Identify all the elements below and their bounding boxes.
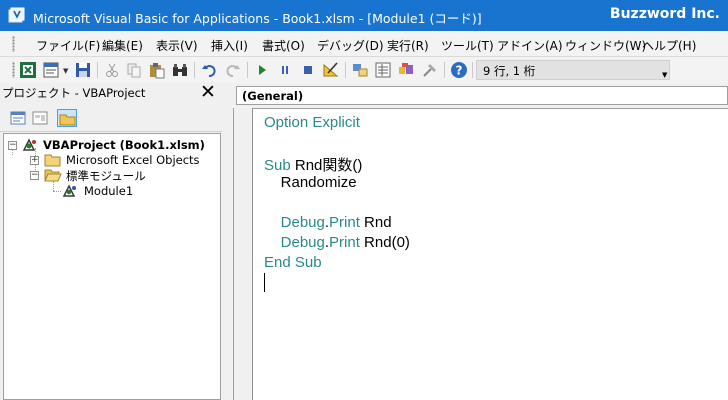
- paste-icon[interactable]: [148, 61, 166, 79]
- tree-node-module1[interactable]: Module1: [62, 184, 212, 199]
- run-icon[interactable]: [253, 61, 271, 79]
- open-folder-icon: [44, 168, 62, 182]
- code-margin-indicator-bar[interactable]: [233, 108, 252, 400]
- code-text: Rnd(0): [359, 234, 410, 251]
- reset-icon[interactable]: [299, 61, 317, 79]
- menu-debug[interactable]: デバッグ(D): [317, 37, 384, 54]
- menu-run[interactable]: 実行(R): [387, 37, 429, 54]
- properties-icon[interactable]: [374, 61, 392, 79]
- code-text: Randomize: [264, 174, 357, 191]
- tree-node-modules-folder[interactable]: − 標準モジュール: [29, 168, 217, 183]
- text-caret: [264, 273, 265, 292]
- tree-label-modules-folder: 標準モジュール: [66, 169, 146, 183]
- brand-text: Buzzword Inc.: [609, 6, 720, 22]
- keyword: Debug: [264, 234, 325, 251]
- menu-tools[interactable]: ツール(T): [441, 37, 494, 54]
- keyword: Sub: [264, 157, 291, 174]
- tree-label-vbaproject: VBAProject (Book1.xlsm): [43, 138, 205, 152]
- redo-icon[interactable]: [224, 61, 242, 79]
- tree-label-module1: Module1: [84, 184, 134, 198]
- code-editor[interactable]: Option Explicit Sub Rnd関数() Randomize De…: [252, 108, 728, 400]
- tree-node-excel-objects[interactable]: + Microsoft Excel Objects: [29, 153, 217, 168]
- module-icon: [62, 184, 80, 198]
- view-code-icon[interactable]: [8, 109, 28, 127]
- menu-format[interactable]: 書式(O): [262, 37, 305, 54]
- code-line: Debug.Print Rnd: [264, 214, 392, 231]
- project-pane-header: プロジェクト - VBAProject ✕: [0, 81, 222, 104]
- excel-view-icon[interactable]: [19, 61, 37, 79]
- toolbar-separator: [345, 62, 346, 78]
- insert-dropdown-icon[interactable]: ▼: [63, 67, 68, 75]
- menu-view[interactable]: 表示(V): [156, 37, 198, 54]
- toolbar-separator: [444, 62, 445, 78]
- keyword: Print: [329, 214, 360, 231]
- menu-file[interactable]: ファイル(F): [36, 37, 100, 54]
- close-icon[interactable]: ✕: [200, 81, 216, 103]
- code-text: Rnd: [359, 214, 392, 231]
- vba-project-icon: [21, 138, 39, 152]
- toolbar-separator: [194, 62, 195, 78]
- svg-text:?: ?: [456, 64, 463, 78]
- menu-edit[interactable]: 編集(E): [102, 37, 143, 54]
- folder-icon: [44, 153, 62, 167]
- cut-icon[interactable]: [103, 61, 121, 79]
- insert-module-icon[interactable]: [42, 61, 60, 79]
- toolbox-icon[interactable]: [421, 61, 439, 79]
- collapse-icon[interactable]: −: [30, 171, 39, 180]
- undo-icon[interactable]: [200, 61, 218, 79]
- tree-node-vbaproject[interactable]: − VBAProject (Book1.xlsm): [7, 138, 217, 153]
- code-line: Randomize: [264, 174, 357, 191]
- save-icon[interactable]: [74, 61, 92, 79]
- project-tree: − VBAProject (Book1.xlsm) + Microsoft Ex…: [3, 133, 221, 400]
- code-line: Option Explicit: [264, 114, 360, 131]
- toolbar-options-icon[interactable]: ▼: [662, 71, 667, 79]
- project-explorer-icon[interactable]: [351, 61, 369, 79]
- help-icon[interactable]: ?: [450, 61, 468, 79]
- keyword: Print: [329, 234, 360, 251]
- menu-insert[interactable]: 挿入(I): [211, 37, 248, 54]
- keyword: Debug: [264, 214, 325, 231]
- object-browser-icon[interactable]: [397, 61, 415, 79]
- expand-icon[interactable]: +: [30, 156, 39, 165]
- tree-label-excel-objects: Microsoft Excel Objects: [66, 153, 200, 167]
- keyword: Option Explicit: [264, 114, 360, 131]
- code-line: Debug.Print Rnd(0): [264, 234, 410, 251]
- copy-icon[interactable]: [125, 61, 143, 79]
- toolbar-separator: [472, 62, 473, 78]
- menu-bar: ファイル(F) 編集(E) 表示(V) 挿入(I) 書式(O) デバッグ(D) …: [0, 31, 728, 57]
- title-bar: Microsoft Visual Basic for Applications …: [0, 0, 728, 31]
- cursor-position-field: 9 行, 1 桁: [476, 60, 670, 80]
- view-object-icon[interactable]: [30, 109, 50, 127]
- object-combo[interactable]: (General): [236, 86, 728, 105]
- keyword: End Sub: [264, 254, 322, 271]
- code-text: Rnd関数(): [290, 157, 363, 174]
- window-title: Microsoft Visual Basic for Applications …: [33, 11, 482, 26]
- menubar-grip-icon[interactable]: [12, 36, 15, 52]
- find-icon[interactable]: [171, 61, 189, 79]
- menu-addins[interactable]: アドイン(A): [497, 37, 563, 54]
- toolbar-separator: [97, 62, 98, 78]
- toggle-folders-icon[interactable]: [57, 109, 77, 127]
- project-pane-title: プロジェクト - VBAProject: [2, 86, 146, 100]
- code-line: End Sub: [264, 254, 322, 271]
- toolbar-separator: [247, 62, 248, 78]
- code-line: Sub Rnd関数(): [264, 154, 362, 175]
- design-mode-icon[interactable]: [322, 61, 340, 79]
- menu-help[interactable]: ヘルプ(H): [642, 37, 696, 54]
- menu-window[interactable]: ウィンドウ(W): [565, 37, 646, 54]
- toolbar-grip-icon[interactable]: [12, 62, 15, 78]
- project-pane-toolbar: [0, 104, 222, 132]
- break-icon[interactable]: [276, 61, 294, 79]
- tree-connector: [53, 191, 61, 192]
- vba-app-icon[interactable]: [8, 7, 26, 24]
- collapse-icon[interactable]: −: [8, 141, 17, 150]
